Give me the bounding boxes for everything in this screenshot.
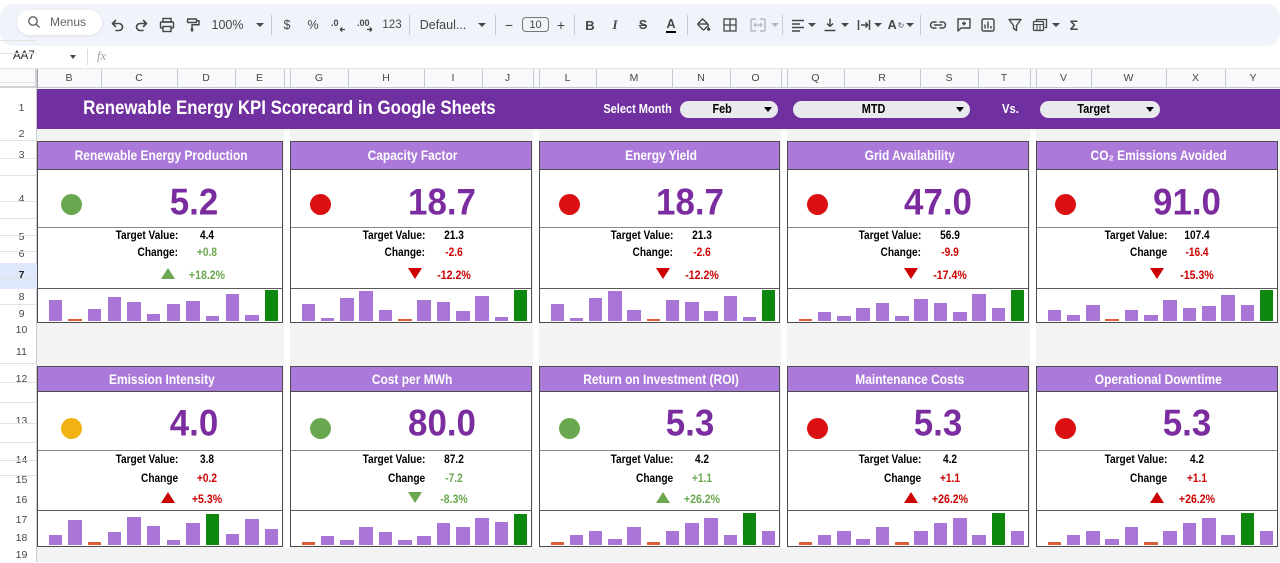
- svg-text:.00: .00: [357, 18, 370, 28]
- svg-text:.0: .0: [331, 18, 339, 28]
